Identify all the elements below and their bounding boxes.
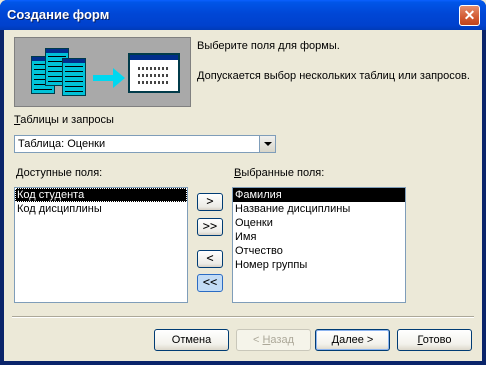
list-item[interactable]: Имя bbox=[233, 230, 405, 244]
instruction-text: Выберите поля для формы. bbox=[197, 40, 340, 52]
arrow-head-icon bbox=[113, 68, 125, 88]
footer-divider bbox=[12, 316, 474, 318]
tables-queries-select[interactable]: Таблица: Оценки bbox=[14, 135, 276, 153]
available-fields-list[interactable]: Код студента Код дисциплины bbox=[14, 187, 188, 303]
selected-fields-list[interactable]: Фамилия Название дисциплины Оценки Имя О… bbox=[232, 187, 406, 303]
chevron-down-icon[interactable] bbox=[259, 136, 275, 152]
list-item[interactable]: Отчество bbox=[233, 244, 405, 258]
list-item[interactable]: Номер группы bbox=[233, 258, 405, 272]
dialog-body: Выберите поля для формы. Допускается выб… bbox=[4, 30, 482, 361]
accel-letter: Д bbox=[331, 334, 340, 346]
button-text: отово bbox=[422, 334, 452, 346]
add-field-button[interactable]: > bbox=[197, 193, 223, 211]
wizard-window: Создание форм ✕ Выберите поля для формы.… bbox=[0, 0, 486, 365]
selected-fields-label: Выбранные поля: bbox=[234, 167, 324, 179]
form-wizard-illustration bbox=[14, 37, 191, 107]
list-item[interactable]: Фамилия bbox=[233, 188, 405, 202]
finish-button[interactable]: Готово bbox=[397, 329, 472, 351]
button-text: азад bbox=[270, 334, 294, 346]
remove-all-fields-button[interactable]: << bbox=[197, 274, 223, 292]
list-item[interactable]: Оценки bbox=[233, 216, 405, 230]
remove-field-button[interactable]: < bbox=[197, 250, 223, 268]
table-icon bbox=[62, 58, 86, 96]
arrow-icon bbox=[93, 75, 115, 81]
label-text: ыбранные поля: bbox=[241, 167, 325, 179]
tables-queries-label: Таблицы и запросы bbox=[14, 114, 114, 126]
hint-text: Допускается выбор нескольких таблиц или … bbox=[197, 70, 470, 82]
select-value: Таблица: Оценки bbox=[18, 138, 106, 150]
label-text: аблицы и запросы bbox=[20, 114, 114, 126]
close-icon[interactable]: ✕ bbox=[459, 5, 480, 26]
back-button[interactable]: < Назад bbox=[236, 329, 311, 351]
title-bar[interactable]: Создание форм ✕ bbox=[0, 0, 486, 30]
window-title: Создание форм bbox=[7, 7, 110, 22]
next-button[interactable]: Далее > bbox=[315, 329, 390, 351]
button-text: алее > bbox=[339, 334, 374, 346]
label-text: оступные поля: bbox=[23, 167, 103, 179]
list-item[interactable]: Код дисциплины bbox=[15, 202, 187, 216]
list-item[interactable]: Код студента bbox=[15, 188, 187, 202]
add-all-fields-button[interactable]: >> bbox=[197, 218, 223, 236]
available-fields-label: Доступные поля: bbox=[16, 167, 102, 179]
form-icon bbox=[128, 53, 180, 93]
list-item[interactable]: Название дисциплины bbox=[233, 202, 405, 216]
accel-letter: Д bbox=[16, 167, 24, 179]
cancel-button[interactable]: Отмена bbox=[154, 329, 229, 351]
